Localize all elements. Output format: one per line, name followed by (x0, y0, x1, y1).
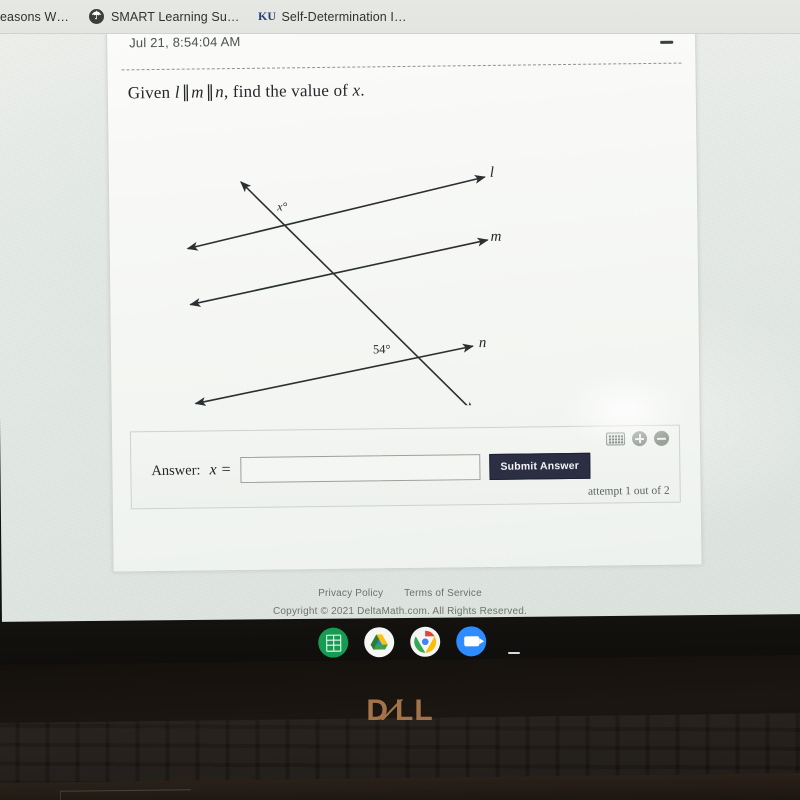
prompt-end: . (360, 80, 365, 100)
parallel-symbol-2: ∥ (205, 82, 214, 102)
laptop-trackpad (59, 789, 192, 800)
geometry-figure: x° 54° l m n (108, 102, 700, 410)
keyboard-icon[interactable] (605, 432, 626, 446)
tab-3-title: Self-Determination I… (281, 9, 407, 24)
prompt-variable: x (352, 80, 361, 100)
problem-card: Jul 21, 8:54:04 AM Given l ∥ m ∥ n, find the… (106, 24, 703, 572)
screenshot-root: easons W… ☂ SMART Learning Su… KU Self-D… (0, 0, 800, 800)
zoom-in-icon[interactable] (631, 431, 648, 447)
dell-logo: D∕LL (0, 694, 800, 728)
problem-timestamp: Jul 21, 8:54:04 AM (129, 33, 241, 51)
chrome-active-indicator (508, 652, 520, 654)
collapse-icon[interactable] (660, 40, 674, 44)
tool-icon-group (605, 430, 670, 447)
prompt-post: , find the value of (223, 80, 353, 102)
angle-label-x: x° (277, 199, 288, 214)
footer-links: Privacy Policy Terms of Service (0, 588, 800, 599)
zoom-icon[interactable] (456, 626, 487, 657)
answer-panel: Answer: x = Submit Answer attempt 1 out … (129, 424, 681, 510)
answer-variable-equals: x = (209, 461, 232, 479)
attempt-counter: attempt 1 out of 2 (587, 484, 670, 498)
tab-2-title: SMART Learning Su… (110, 9, 240, 24)
prompt-line-m: m (191, 82, 204, 102)
prompt-pre: Given (127, 82, 175, 103)
drive-glyph (370, 634, 388, 650)
dell-logo-rest: LL (395, 694, 434, 727)
zoom-out-icon[interactable] (653, 430, 670, 446)
line-label-m: m (490, 228, 502, 245)
parallel-symbol-1: ∥ (181, 82, 190, 102)
calculator-icon[interactable] (318, 627, 349, 658)
terms-of-service-link[interactable]: Terms of Service (404, 588, 482, 599)
problem-prompt: Given l ∥ m ∥ n, find the value of x. (128, 80, 365, 103)
google-drive-icon[interactable] (364, 627, 395, 658)
browser-tab-1[interactable]: easons W… (0, 0, 79, 33)
parallel-line-m (189, 237, 489, 307)
line-label-n: n (478, 334, 487, 352)
globe-icon: ☂ (88, 9, 104, 24)
card-divider (121, 62, 682, 71)
answer-row: Answer: x = Submit Answer (151, 452, 591, 484)
geometry-svg (186, 174, 489, 410)
browser-tab-2[interactable]: ☂ SMART Learning Su… (79, 0, 250, 33)
parallel-line-l (186, 174, 486, 251)
prompt-line-n: n (215, 82, 225, 102)
answer-label: Answer: (151, 461, 201, 479)
ku-icon: KU (257, 9, 276, 23)
parallel-line-n (194, 343, 474, 406)
browser-tab-3[interactable]: KU Self-Determination I… (249, 0, 416, 33)
angle-label-54: 54° (372, 342, 391, 357)
chrome-glyph (413, 630, 437, 654)
transversal-line (240, 181, 475, 410)
line-label-l: l (489, 164, 495, 181)
privacy-policy-link[interactable]: Privacy Policy (318, 588, 383, 599)
chrome-icon[interactable] (410, 626, 441, 657)
browser-tab-strip: easons W… ☂ SMART Learning Su… KU Self-D… (0, 0, 800, 34)
submit-answer-button[interactable]: Submit Answer (489, 452, 591, 480)
tab-1-title: easons W… (0, 9, 69, 24)
answer-input[interactable] (240, 454, 481, 483)
